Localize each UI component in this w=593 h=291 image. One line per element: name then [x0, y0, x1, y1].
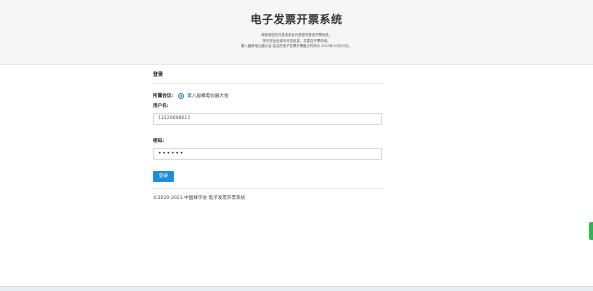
- password-label: 密码:: [153, 139, 165, 144]
- login-section-title: 登录: [153, 72, 164, 78]
- username-field[interactable]: 13126698612: [153, 113, 382, 125]
- meeting-selector: 所属会议: 第八届蜂电仪器大会: [153, 92, 229, 100]
- meeting-option-label[interactable]: 第八届蜂电仪器大会: [187, 93, 228, 99]
- password-field[interactable]: ••••••: [153, 148, 382, 160]
- footer-copyright: ©2020-2023 中国蜂学会 电子发票开票系统: [153, 196, 246, 201]
- page-title: 电子发票开票系统: [250, 13, 343, 26]
- section-divider: [153, 83, 383, 84]
- login-button[interactable]: 登录: [153, 171, 174, 182]
- intro-line: 第八届蜂电仪器大会·会议的电子发票开票截止时间为 2023年10月15日。: [241, 44, 352, 48]
- page-header: 电子发票开票系统 请使用您的开具或参会代表账号登录开票系统。 您可在此处填写开具…: [0, 0, 593, 65]
- intro-text: 请使用您的开具或参会代表账号登录开票系统。 您可在此处填写开具信息，并提交开票申…: [0, 33, 593, 50]
- meeting-label: 所属会议:: [153, 94, 174, 99]
- bottom-scrollbar[interactable]: [0, 286, 593, 291]
- username-label: 用户名:: [153, 104, 169, 109]
- footer-divider: [153, 188, 383, 189]
- side-feedback-tab[interactable]: [589, 222, 593, 240]
- meeting-radio[interactable]: [178, 93, 185, 99]
